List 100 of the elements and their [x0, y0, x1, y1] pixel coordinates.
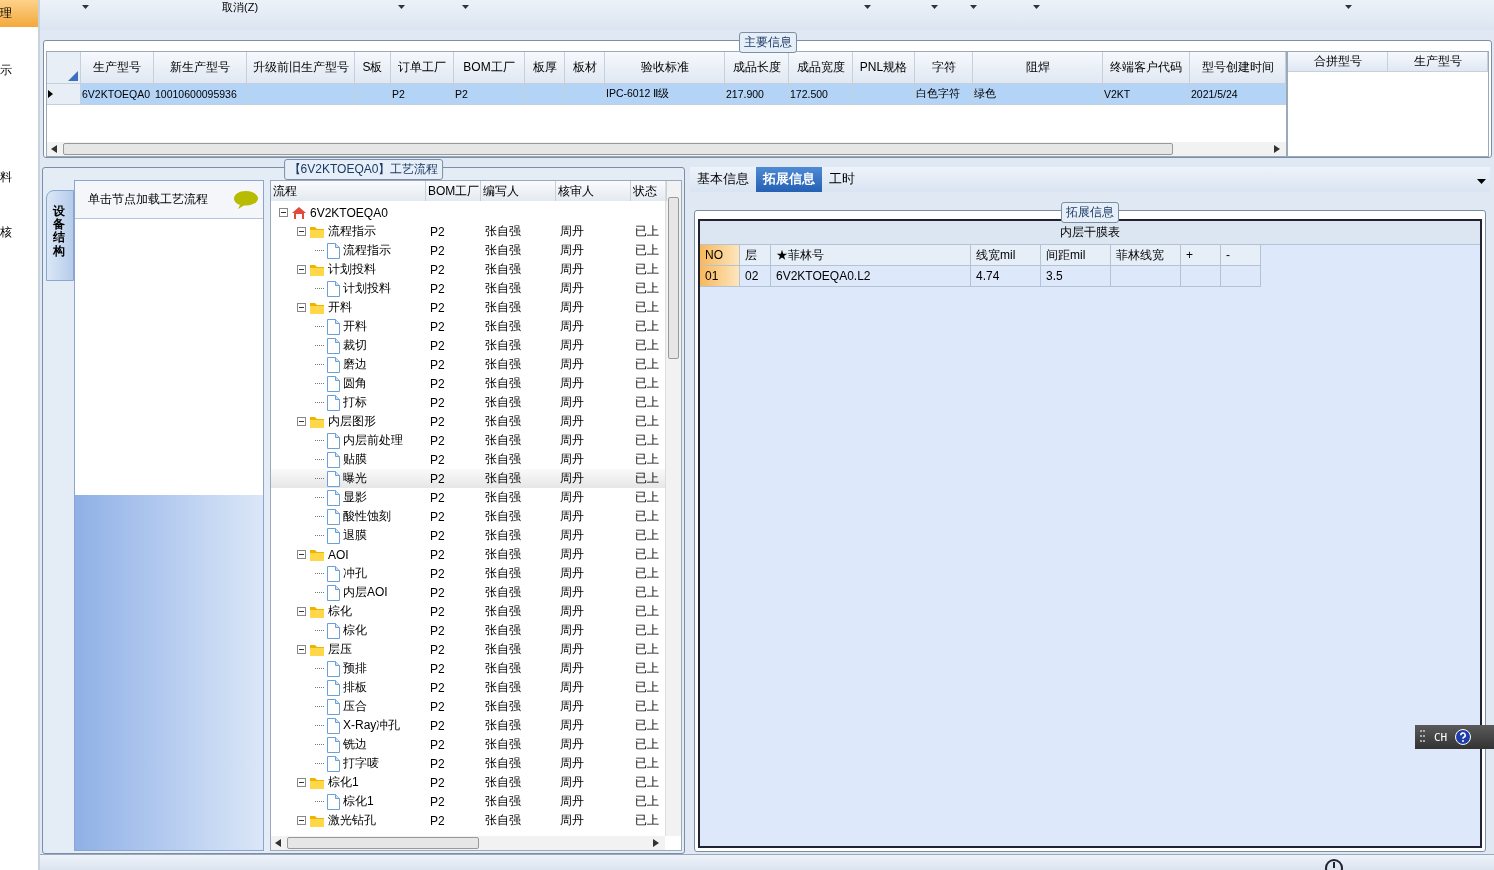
- column-header[interactable]: 菲林线宽: [1111, 245, 1181, 266]
- tree-node-label: 压合: [343, 698, 367, 715]
- tree-row[interactable]: 内层图形 P2 张自强 周丹 已上: [271, 412, 665, 431]
- expander-icon[interactable]: [297, 645, 306, 654]
- tab[interactable]: 基本信息: [690, 167, 756, 192]
- table-cell: 张自强: [485, 585, 521, 599]
- horizontal-scrollbar[interactable]: [271, 836, 665, 850]
- tree-node-label: 流程指示: [343, 242, 391, 259]
- table-cell: 已上: [635, 547, 659, 561]
- expander-icon[interactable]: [297, 816, 306, 825]
- column-header[interactable]: 间距mil: [1041, 245, 1111, 266]
- tree-row[interactable]: 打标 P2 张自强 周丹 已上: [271, 393, 665, 412]
- tree-row[interactable]: 曝光 P2 张自强 周丹 已上: [271, 469, 665, 488]
- table-cell: 张自强: [485, 528, 521, 542]
- caret-icon[interactable]: [82, 5, 89, 9]
- language-indicator[interactable]: CH: [1434, 730, 1448, 744]
- expander-icon[interactable]: [297, 227, 306, 236]
- table-cell: 已上: [635, 338, 659, 352]
- column-header[interactable]: 合拼型号: [1288, 52, 1388, 72]
- column-header[interactable]: 线宽mil: [971, 245, 1041, 266]
- expander-icon[interactable]: [297, 778, 306, 787]
- column-header[interactable]: 流程: [271, 181, 426, 201]
- nav-item[interactable]: 示: [0, 57, 38, 84]
- tree-row[interactable]: 压合 P2 张自强 周丹 已上: [271, 697, 665, 716]
- tab[interactable]: 工时: [822, 167, 862, 192]
- tree-row[interactable]: 退膜 P2 张自强 周丹 已上: [271, 526, 665, 545]
- nav-item[interactable]: 核: [0, 219, 38, 246]
- expander-icon[interactable]: [297, 265, 306, 274]
- nav-item[interactable]: 料: [0, 164, 38, 191]
- tree-row[interactable]: 显影 P2 张自强 周丹 已上: [271, 488, 665, 507]
- caret-icon[interactable]: [1033, 5, 1040, 9]
- table-row[interactable]: 6V2KTOEQA0 10010600095936 P2 P2 IPC-6012 Ⅱ级 217.900 172.500 白色字符 绿色 V2KT 2021/5/24: [47, 84, 1286, 105]
- expander-icon[interactable]: [297, 417, 306, 426]
- tree-row[interactable]: 排板 P2 张自强 周丹 已上: [271, 678, 665, 697]
- tree-row[interactable]: 层压 P2 张自强 周丹 已上: [271, 640, 665, 659]
- tree-row[interactable]: 打字唛 P2 张自强 周丹 已上: [271, 754, 665, 773]
- caret-icon[interactable]: [931, 5, 938, 9]
- nav-item[interactable]: 理: [0, 0, 38, 27]
- scroll-right-icon[interactable]: [1274, 145, 1280, 153]
- expander-icon[interactable]: [297, 607, 306, 616]
- expander-icon[interactable]: [297, 550, 306, 559]
- horizontal-scrollbar[interactable]: [47, 142, 1286, 156]
- tree-row[interactable]: 流程指示 P2 张自强 周丹 已上: [271, 222, 665, 241]
- tree-row[interactable]: 棕化1 P2 张自强 周丹 已上: [271, 792, 665, 811]
- tree-row[interactable]: AOI P2 张自强 周丹 已上: [271, 545, 665, 564]
- tree-row[interactable]: 激光钻孔 P2 张自强 周丹 已上: [271, 811, 665, 830]
- table-cell: 张自强: [485, 319, 521, 333]
- table-cell: P2: [392, 88, 405, 100]
- tree-row[interactable]: 开料 P2 张自强 周丹 已上: [271, 317, 665, 336]
- column-header[interactable]: -: [1221, 245, 1261, 266]
- tree-row[interactable]: 贴膜 P2 张自强 周丹 已上: [271, 450, 665, 469]
- caret-icon[interactable]: [864, 5, 871, 9]
- tree-row[interactable]: 计划投料 P2 张自强 周丹 已上: [271, 279, 665, 298]
- scroll-right-icon[interactable]: [653, 839, 659, 847]
- expander-icon[interactable]: [297, 303, 306, 312]
- column-header[interactable]: BOM工厂: [426, 181, 481, 201]
- column-header[interactable]: 生产型号: [1388, 52, 1488, 72]
- column-header[interactable]: NO: [700, 245, 740, 266]
- house-icon: [291, 205, 307, 220]
- tree-row[interactable]: 酸性蚀刻 P2 张自强 周丹 已上: [271, 507, 665, 526]
- table-cell: 张自强: [485, 414, 521, 428]
- side-tab[interactable]: 设备结构: [46, 190, 74, 281]
- column-header[interactable]: 核审人: [556, 181, 631, 201]
- table-row[interactable]: 01 02 6V2KTOEQA0.L2 4.74 3.5: [700, 266, 1480, 287]
- dropdown-icon[interactable]: [1477, 179, 1486, 184]
- column-header[interactable]: 编写人: [481, 181, 556, 201]
- tree-row[interactable]: 内层AOI P2 张自强 周丹 已上: [271, 583, 665, 602]
- tree-row[interactable]: 裁切 P2 张自强 周丹 已上: [271, 336, 665, 355]
- vertical-scrollbar[interactable]: [665, 181, 681, 836]
- tree-row[interactable]: X-Ray冲孔 P2 张自强 周丹 已上: [271, 716, 665, 735]
- tree-row[interactable]: 内层前处理 P2 张自强 周丹 已上: [271, 431, 665, 450]
- column-header[interactable]: +: [1181, 245, 1221, 266]
- tree-row[interactable]: 棕化 P2 张自强 周丹 已上: [271, 602, 665, 621]
- cancel-button[interactable]: 取消(Z): [222, 0, 267, 15]
- caret-icon[interactable]: [1345, 5, 1352, 9]
- select-all-corner[interactable]: [47, 52, 81, 84]
- caret-icon[interactable]: [970, 5, 977, 9]
- tab[interactable]: 拓展信息: [756, 167, 822, 192]
- tree-row[interactable]: 棕化1 P2 张自强 周丹 已上: [271, 773, 665, 792]
- tree-row[interactable]: 冲孔 P2 张自强 周丹 已上: [271, 564, 665, 583]
- scroll-left-icon[interactable]: [51, 145, 57, 153]
- scroll-left-icon[interactable]: [275, 839, 281, 847]
- tree-row[interactable]: 棕化 P2 张自强 周丹 已上: [271, 621, 665, 640]
- tree-row[interactable]: 计划投料 P2 张自强 周丹 已上: [271, 260, 665, 279]
- column-header[interactable]: 层: [740, 245, 771, 266]
- tree-row[interactable]: 圆角 P2 张自强 周丹 已上: [271, 374, 665, 393]
- tree-row[interactable]: 6V2KTOEQA0: [271, 203, 665, 222]
- tree-row[interactable]: 开料 P2 张自强 周丹 已上: [271, 298, 665, 317]
- tree-row[interactable]: 预排 P2 张自强 周丹 已上: [271, 659, 665, 678]
- caret-icon[interactable]: [462, 5, 469, 9]
- caret-icon[interactable]: [398, 5, 405, 9]
- expander-icon[interactable]: [279, 208, 288, 217]
- document-icon: [327, 318, 340, 335]
- tree-row[interactable]: 铣边 P2 张自强 周丹 已上: [271, 735, 665, 754]
- column-header[interactable]: ★菲林号: [771, 245, 971, 266]
- tree-row[interactable]: 流程指示 P2 张自强 周丹 已上: [271, 241, 665, 260]
- grip-icon[interactable]: [1420, 729, 1426, 745]
- help-icon[interactable]: [1455, 729, 1472, 745]
- tree-row[interactable]: 磨边 P2 张自强 周丹 已上: [271, 355, 665, 374]
- table-cell: 已上: [635, 224, 659, 238]
